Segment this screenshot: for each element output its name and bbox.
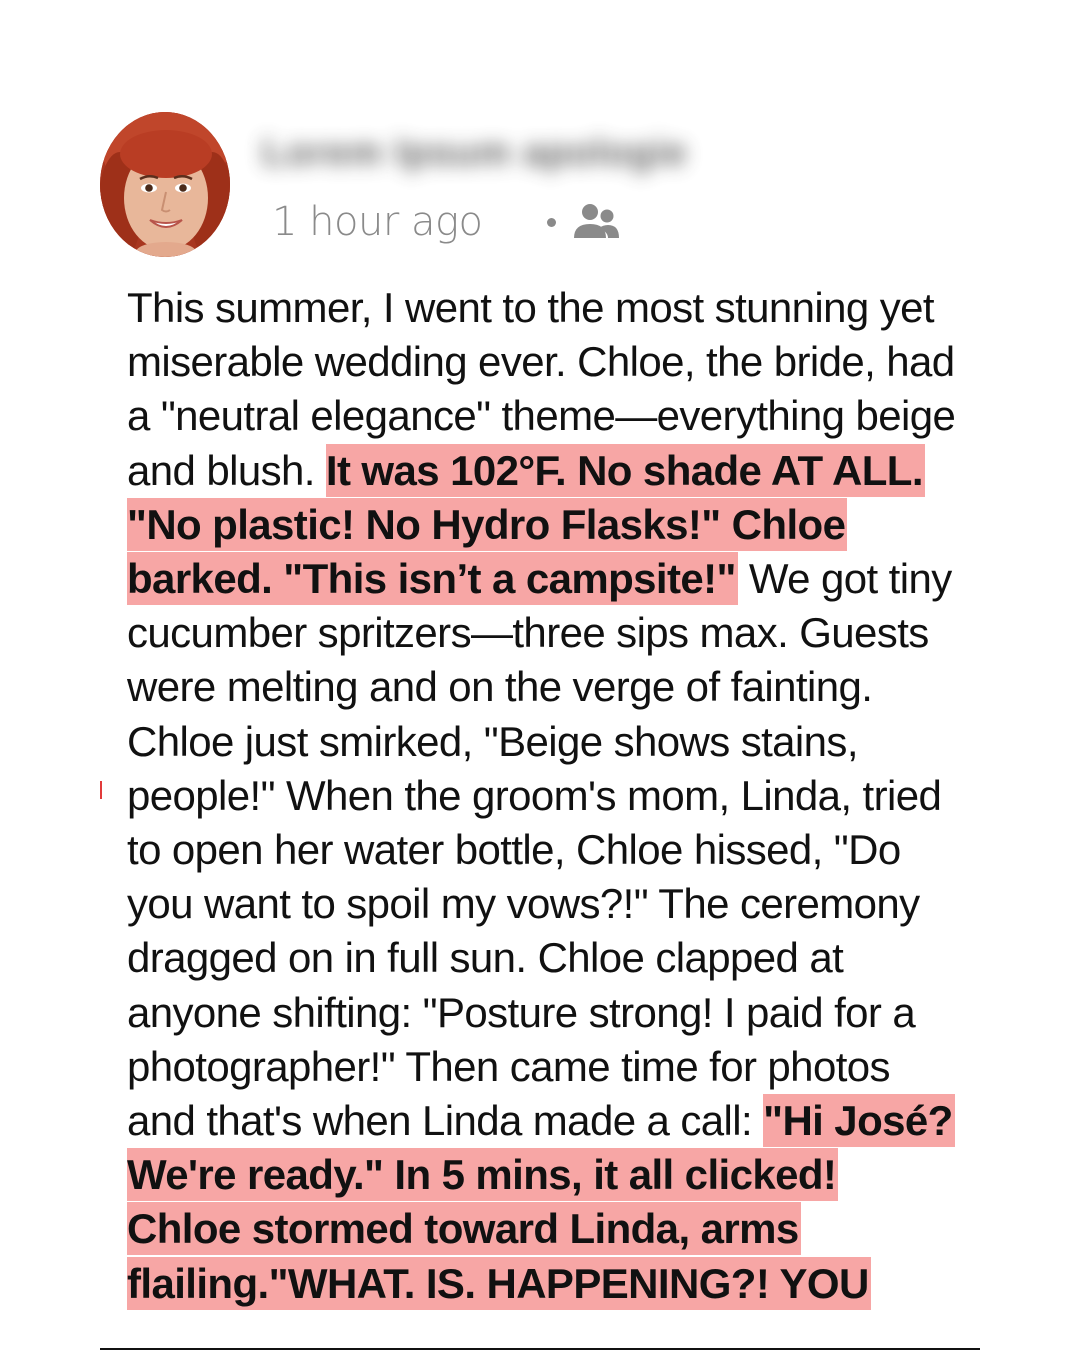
friends-icon[interactable] (572, 200, 620, 244)
author-name[interactable]: Lorem Ipsum apologie (262, 132, 687, 175)
post-body-text: This summer, I went to the most stunning… (127, 281, 957, 1311)
meta-separator-dot (546, 217, 556, 227)
edge-mark (100, 781, 102, 799)
post-timestamp[interactable]: 1 hour ago (272, 199, 483, 245)
author-avatar[interactable] (100, 112, 230, 257)
post-card: Lorem Ipsum apologie 1 hour ago This sum… (0, 0, 1080, 1350)
body-text-segment: We got tiny cucumber spritzers—three sip… (127, 555, 952, 1145)
post-meta: 1 hour ago (272, 196, 620, 248)
avatar-image (100, 112, 230, 257)
